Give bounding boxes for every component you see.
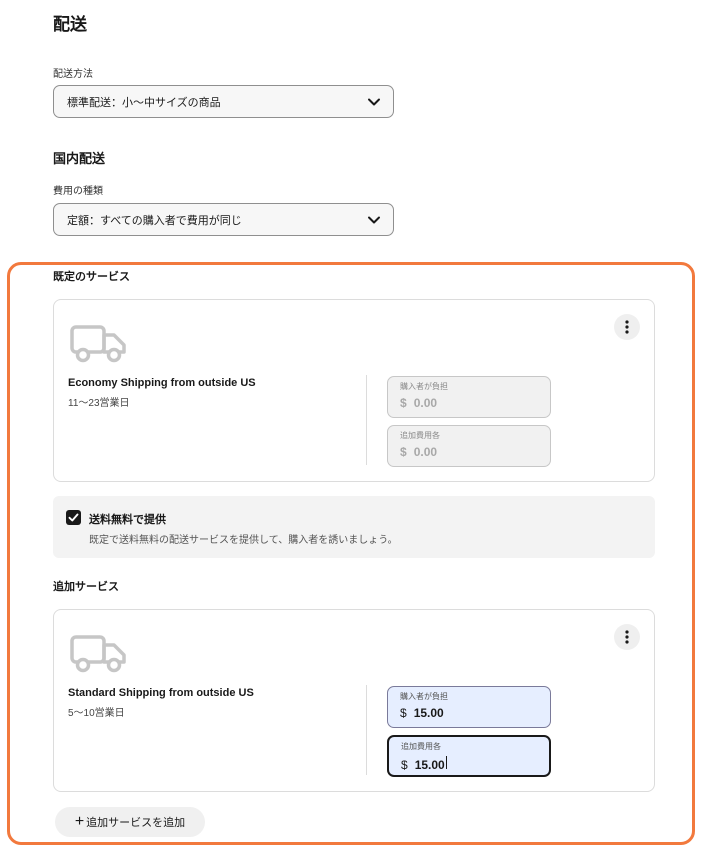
add-service-label: 追加サービスを追加 [86,817,186,829]
shipping-method-label: 配送方法 [53,69,93,80]
shipping-method-select[interactable]: 標準配送：小〜中サイズの商品 [53,85,394,118]
buyer-pays-label: 購入者が負担 [400,382,448,391]
buyer-pays-label: 購入者が負担 [400,692,448,701]
shipping-method-value: 標準配送：小〜中サイズの商品 [67,96,221,109]
card-divider [366,685,367,775]
each-additional-value: 0.00 [413,445,438,459]
currency-symbol: $ [400,396,407,410]
cost-type-value: 定額：すべての購入者で費用が同じ [67,214,242,227]
free-shipping-option: 送料無料で提供 既定で送料無料の配送サービスを提供して、購入者を誘いましょう。 [53,496,655,558]
each-additional-input[interactable]: 追加費用各 $ 15.00 [387,735,551,777]
buyer-pays-value: 15.00 [413,706,444,720]
additional-service-card: Standard Shipping from outside US 5〜10営業… [53,609,655,792]
each-additional-label: 追加費用各 [401,742,441,751]
currency-symbol: $ [401,758,408,772]
default-service-title: 既定のサービス [53,271,130,283]
cost-type-label: 費用の種類 [53,186,103,197]
card-divider [366,375,367,465]
add-service-button[interactable]: + 追加サービスを追加 [55,807,205,837]
chevron-down-icon [368,216,380,223]
buyer-pays-input[interactable]: 購入者が負担 $ 0.00 [387,376,551,418]
each-additional-input[interactable]: 追加費用各 $ 0.00 [387,425,551,467]
default-service-card: Economy Shipping from outside US 11〜23営業… [53,299,655,482]
currency-symbol: $ [400,445,407,459]
more-vertical-icon [625,630,629,644]
more-options-button[interactable] [614,624,640,650]
chevron-down-icon [368,98,380,105]
checkmark-icon [68,513,79,522]
free-shipping-checkbox[interactable] [66,510,81,525]
domestic-shipping-title: 国内配送 [53,151,106,166]
cost-type-select[interactable]: 定額：すべての購入者で費用が同じ [53,203,394,236]
free-shipping-label: 送料無料で提供 [89,514,166,526]
page-title: 配送 [53,15,87,34]
additional-service-title: 追加サービス [53,581,119,593]
free-shipping-description: 既定で送料無料の配送サービスを提供して、購入者を誘いましょう。 [89,535,398,546]
more-options-button[interactable] [614,314,640,340]
text-cursor [445,756,447,769]
more-vertical-icon [625,320,629,334]
service-name: Standard Shipping from outside US [68,687,254,699]
service-name: Economy Shipping from outside US [68,377,256,389]
truck-icon [70,325,126,363]
each-additional-value: 15.00 [414,758,445,772]
buyer-pays-value: 0.00 [413,396,438,410]
currency-symbol: $ [400,706,407,720]
plus-icon: + [74,813,85,830]
service-delivery-days: 11〜23営業日 [68,398,130,409]
each-additional-label: 追加費用各 [400,431,440,440]
truck-icon [70,635,126,673]
service-delivery-days: 5〜10営業日 [68,708,125,719]
buyer-pays-input[interactable]: 購入者が負担 $ 15.00 [387,686,551,728]
